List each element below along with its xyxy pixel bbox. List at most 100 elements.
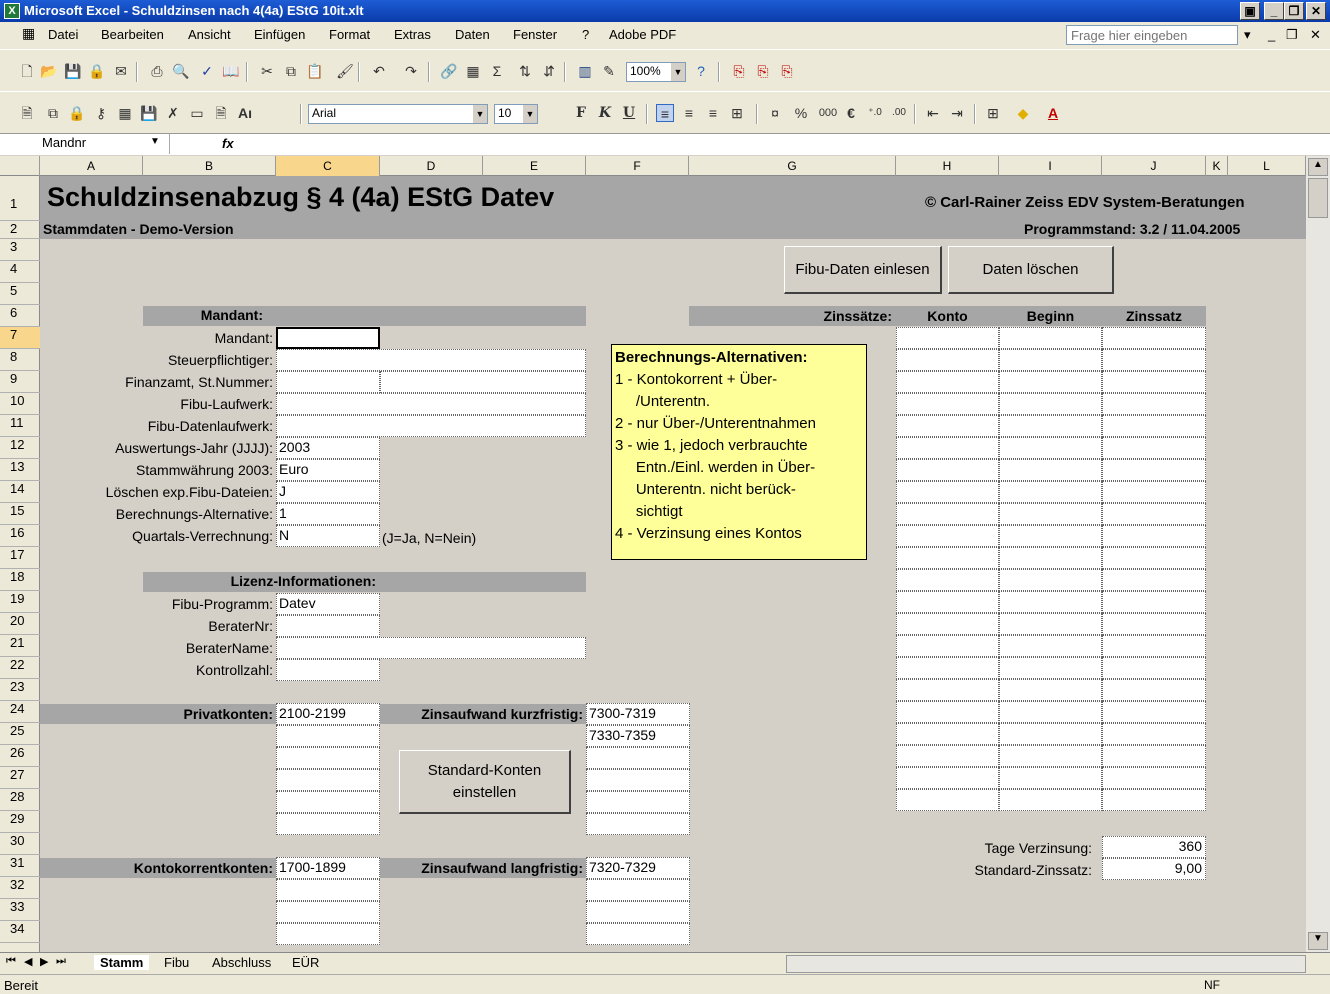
row-header[interactable]: 16 [0, 525, 40, 547]
privatkonten-input-4[interactable] [276, 769, 380, 791]
euro-button[interactable]: € [842, 104, 860, 122]
decrease-decimal-icon[interactable]: .00 [890, 104, 908, 122]
zinssatz-cell[interactable] [1102, 503, 1206, 525]
spellcheck-icon[interactable]: ✓ [198, 62, 216, 80]
tab-stamm[interactable]: Stamm [94, 955, 150, 970]
zinssatz-cell[interactable] [999, 503, 1102, 525]
increase-indent-icon[interactable]: ⇥ [948, 104, 966, 122]
font-color-icon[interactable]: A [1044, 104, 1062, 122]
row-header[interactable]: 34 [0, 921, 40, 943]
row-header[interactable]: 3 [0, 239, 40, 261]
lock-icon[interactable]: 🔒 [68, 104, 86, 122]
select-all-button[interactable] [0, 156, 40, 176]
column-header[interactable]: H [896, 156, 999, 176]
size-dropdown-icon[interactable]: ▼ [523, 105, 537, 123]
scroll-down-icon[interactable]: ▼ [1308, 932, 1328, 950]
column-header[interactable]: F [586, 156, 689, 176]
row-header[interactable]: 25 [0, 723, 40, 745]
beratername-input[interactable] [276, 637, 586, 659]
bold-button[interactable]: F [572, 104, 590, 122]
row-header[interactable]: 7 [0, 327, 40, 349]
paste-icon[interactable]: 📋 [306, 62, 324, 80]
zinssatz-cell[interactable] [896, 745, 999, 767]
zinssatz-cell[interactable] [1102, 569, 1206, 591]
zinssatz-cell[interactable] [1102, 349, 1206, 371]
redo-icon[interactable]: ↷ [402, 62, 420, 80]
print-preview-icon[interactable]: 🔍 [172, 62, 190, 80]
row-header[interactable]: 18 [0, 569, 40, 591]
zoom-dropdown-icon[interactable]: ▼ [671, 63, 685, 81]
column-header[interactable]: I [999, 156, 1102, 176]
row-header[interactable]: 20 [0, 613, 40, 635]
stammwaehrung-input[interactable]: Euro [276, 459, 380, 481]
fx-icon[interactable]: fx [222, 136, 234, 151]
zinssatz-cell[interactable] [896, 569, 999, 591]
menu-extras[interactable]: Extras [394, 27, 431, 42]
column-header[interactable]: C [276, 156, 380, 176]
italic-button[interactable]: K [596, 104, 614, 122]
row-header[interactable]: 15 [0, 503, 40, 525]
row-header[interactable]: 8 [0, 349, 40, 371]
table-icon[interactable]: ▦ [464, 62, 482, 80]
fibu-read-button[interactable]: Fibu-Daten einlesen [784, 246, 942, 294]
research-icon[interactable]: 📖 [222, 62, 240, 80]
hyperlink-icon[interactable]: 🔗 [440, 62, 458, 80]
row-header[interactable]: 6 [0, 305, 40, 327]
row-header[interactable]: 33 [0, 899, 40, 921]
zinssatz-cell[interactable] [896, 481, 999, 503]
pdf-email-icon[interactable]: ⎘ [754, 62, 772, 80]
row-header[interactable]: 29 [0, 811, 40, 833]
row-header[interactable]: 11 [0, 415, 40, 437]
fibu-laufwerk-input[interactable] [276, 393, 586, 415]
sheet-icon[interactable]: 🗎 [18, 104, 36, 122]
doc-close-button[interactable]: ✕ [1310, 27, 1321, 43]
row-header[interactable]: 1 [0, 176, 40, 221]
zinssatz-cell[interactable] [1102, 679, 1206, 701]
row-header[interactable]: 27 [0, 767, 40, 789]
zinssatz-cell[interactable] [896, 701, 999, 723]
scroll-thumb[interactable] [1308, 178, 1328, 218]
tab-fibu[interactable]: Fibu [164, 955, 189, 970]
zinssatz-cell[interactable] [1102, 723, 1206, 745]
kurzfristig-input-6[interactable] [586, 813, 690, 835]
format-painter-icon[interactable]: 🖌 [336, 62, 354, 80]
zinssatz-cell[interactable] [999, 635, 1102, 657]
row-header[interactable]: 13 [0, 459, 40, 481]
zinssatz-cell[interactable] [896, 525, 999, 547]
zinssatz-cell[interactable] [896, 349, 999, 371]
zinssatz-cell[interactable] [1102, 613, 1206, 635]
tab-prev-icon[interactable]: ◀ [24, 955, 32, 968]
row-header[interactable]: 24 [0, 701, 40, 723]
monitor-icon[interactable]: ▭ [188, 104, 206, 122]
langfristig-input-3[interactable] [586, 901, 690, 923]
beraternr-input[interactable] [276, 615, 380, 637]
font-ai-icon[interactable]: Aı [236, 104, 254, 122]
key-icon[interactable]: ⚷ [92, 104, 110, 122]
mandant-input[interactable] [276, 327, 380, 349]
row-header[interactable]: 23 [0, 679, 40, 701]
column-header[interactable]: A [40, 156, 143, 176]
save-data-icon[interactable]: 💾 [140, 104, 158, 122]
zinssatz-cell[interactable] [896, 327, 999, 349]
zinssatz-cell[interactable] [1102, 481, 1206, 503]
privatkonten-input[interactable]: 2100-2199 [276, 703, 380, 725]
vertical-scrollbar[interactable]: ▲ ▼ [1306, 156, 1330, 952]
help-search-input[interactable] [1066, 25, 1238, 45]
tab-next-icon[interactable]: ▶ [40, 955, 48, 968]
zinssatz-cell[interactable] [999, 459, 1102, 481]
folder-delete-icon[interactable]: ✗ [164, 104, 182, 122]
zinssatz-cell[interactable] [1102, 701, 1206, 723]
zinssatz-cell[interactable] [999, 481, 1102, 503]
langfristig-input-1[interactable]: 7320-7329 [586, 857, 690, 879]
standard-zinssatz-input[interactable]: 9,00 [1102, 858, 1206, 880]
fibu-programm-input[interactable]: Datev [276, 593, 380, 615]
pdf-review-icon[interactable]: ⎘ [778, 62, 796, 80]
zinssatz-cell[interactable] [896, 657, 999, 679]
column-header[interactable]: K [1206, 156, 1228, 176]
horizontal-scrollbar[interactable] [786, 955, 1306, 973]
zinssatz-cell[interactable] [999, 569, 1102, 591]
font-size-select[interactable]: 10 ▼ [494, 104, 538, 124]
zinssatz-cell[interactable] [999, 371, 1102, 393]
steuerpflichtiger-input[interactable] [276, 349, 586, 371]
zinssatz-cell[interactable] [896, 415, 999, 437]
